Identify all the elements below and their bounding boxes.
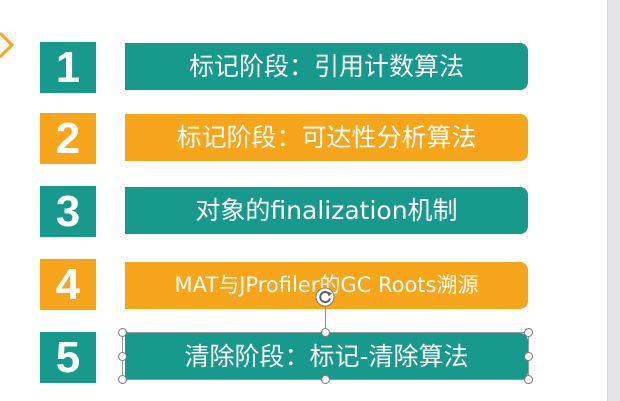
- resize-handle-bottom-right[interactable]: [524, 375, 533, 384]
- resize-handle-left[interactable]: [118, 352, 127, 361]
- item-number-3[interactable]: 3: [40, 186, 96, 237]
- chevron-right-icon: [0, 31, 15, 59]
- editor-side-panel: [607, 0, 620, 401]
- resize-handle-bottom[interactable]: [321, 375, 330, 384]
- slide-canvas[interactable]: 1 标记阶段：引用计数算法 2 标记阶段：可达性分析算法 3 对象的finali…: [0, 0, 607, 401]
- resize-handle-top-left[interactable]: [118, 328, 127, 337]
- item-number-5[interactable]: 5: [40, 332, 96, 383]
- item-number-1[interactable]: 1: [40, 42, 96, 93]
- resize-handle-top-right[interactable]: [524, 328, 533, 337]
- item-number-2[interactable]: 2: [40, 113, 96, 164]
- item-label-5[interactable]: 清除阶段：标记-清除算法: [125, 333, 528, 380]
- item-label-3[interactable]: 对象的finalization机制: [125, 187, 528, 234]
- item-number-4[interactable]: 4: [40, 259, 96, 310]
- item-label-2[interactable]: 标记阶段：可达性分析算法: [125, 114, 528, 161]
- rotate-handle-icon[interactable]: [314, 286, 336, 308]
- item-label-1[interactable]: 标记阶段：引用计数算法: [125, 43, 528, 90]
- resize-handle-bottom-left[interactable]: [118, 375, 127, 384]
- resize-handle-right[interactable]: [524, 352, 533, 361]
- resize-handle-top[interactable]: [321, 328, 330, 337]
